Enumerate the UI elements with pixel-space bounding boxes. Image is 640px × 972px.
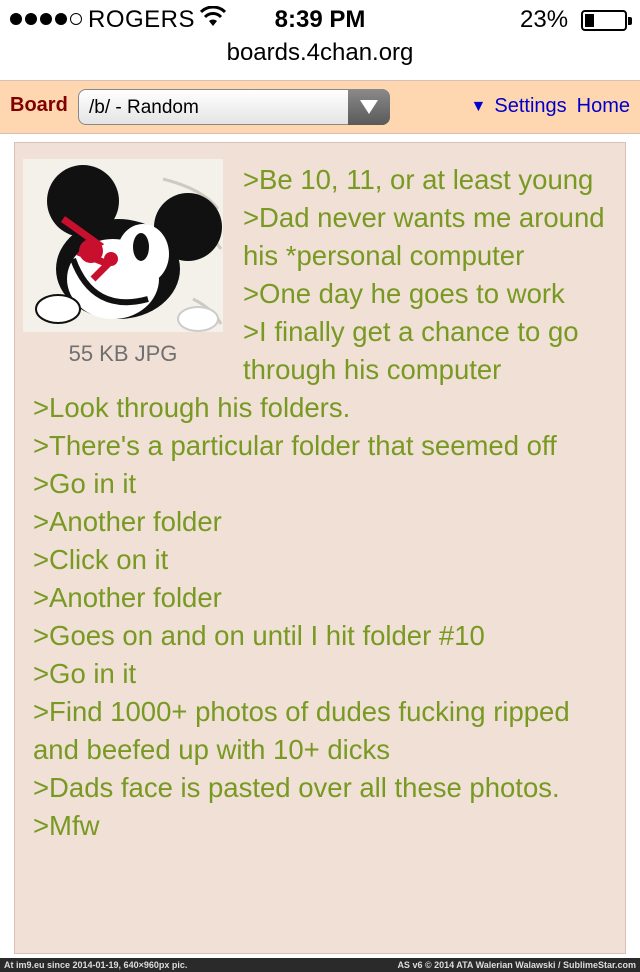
footer-right-text: AS v6 © 2014 ATA Walerian Walawski / Sub… xyxy=(397,960,636,970)
battery-percent: 23% xyxy=(520,6,569,33)
greentext-line: >Click on it xyxy=(33,544,169,575)
greentext-line: >Goes on and on until I hit folder #10 xyxy=(33,620,485,651)
watermark-footer: At im9.eu since 2014-01-19, 640×960px pi… xyxy=(0,958,640,972)
battery-icon xyxy=(581,10,632,31)
settings-link[interactable]: Settings xyxy=(494,95,566,118)
greentext-line: >Find 1000+ photos of dudes fucking ripp… xyxy=(33,696,570,765)
board-navigation-bar: Board /b/ - Random ▼ Settings Home xyxy=(0,80,640,134)
status-bar: ROGERS 8:39 PM 23% xyxy=(0,0,640,40)
battery-level-fill xyxy=(585,14,594,27)
greentext-line: >Another folder xyxy=(33,582,222,613)
board-select-value: /b/ - Random xyxy=(89,97,199,118)
post-message: >Be 10, 11, or at least young >Dad never… xyxy=(33,161,615,845)
post: 55 KB JPG >Be 10, 11, or at least young … xyxy=(14,142,626,954)
greentext-line: >Mfw xyxy=(33,810,100,841)
board-label: Board xyxy=(10,94,68,116)
home-link[interactable]: Home xyxy=(577,95,630,118)
address-bar[interactable]: boards.4chan.org xyxy=(0,36,640,78)
footer-left-text: At im9.eu since 2014-01-19, 640×960px pi… xyxy=(4,960,188,970)
greentext-line: >There's a particular folder that seemed… xyxy=(33,430,557,461)
greentext-line: >Another folder xyxy=(33,506,222,537)
board-select[interactable]: /b/ - Random xyxy=(78,89,390,125)
dropdown-arrow-icon[interactable] xyxy=(348,89,390,125)
greentext-line: >Go in it xyxy=(33,468,137,499)
greentext-line: >Go in it xyxy=(33,658,137,689)
triangle-down-icon[interactable]: ▼ xyxy=(471,98,487,116)
greentext-line: >Dads face is pasted over all these phot… xyxy=(33,772,560,803)
greentext-line: >Look through his folders. xyxy=(33,392,351,423)
nav-links: ▼ Settings Home xyxy=(471,95,630,118)
url-text: boards.4chan.org xyxy=(226,39,414,66)
